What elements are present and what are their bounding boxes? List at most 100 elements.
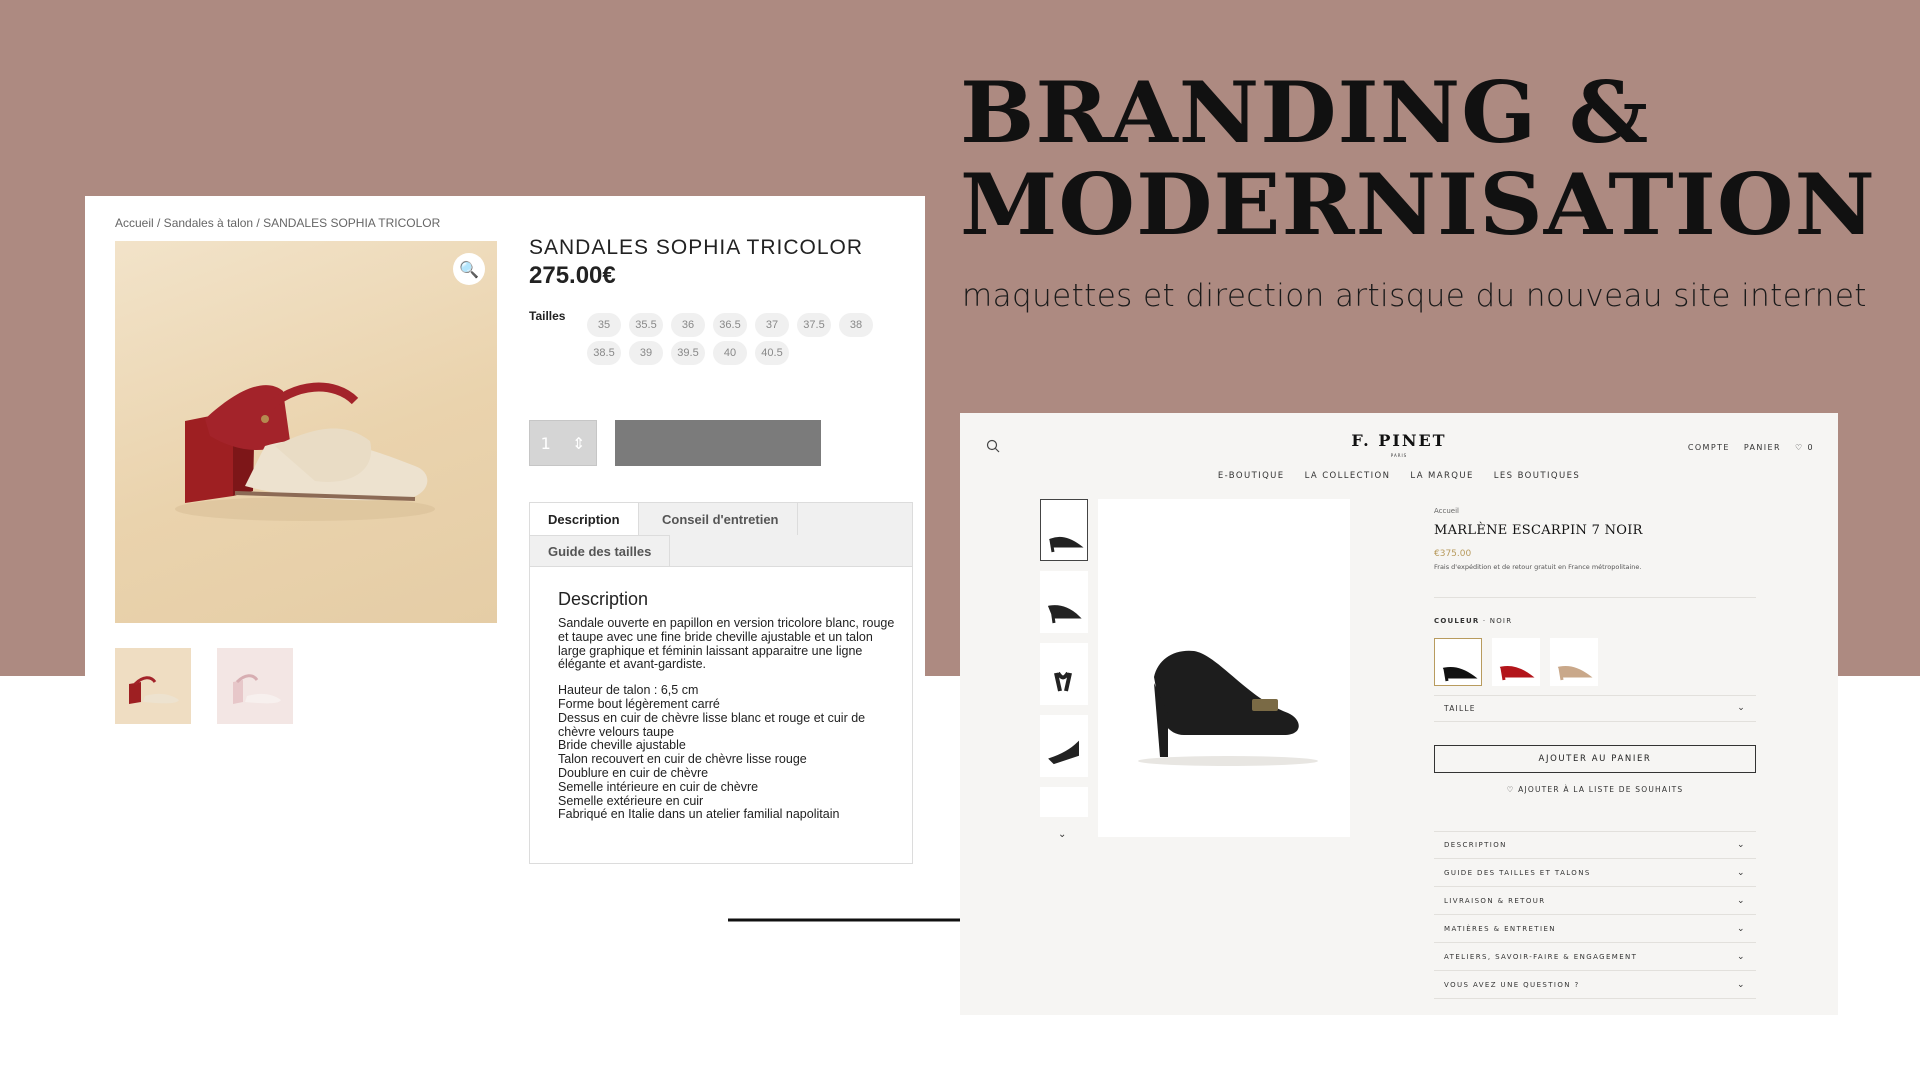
size-option[interactable]: 39.5 <box>671 341 705 365</box>
new-site-screenshot: F. PINET PARIS COMPTE PANIER ♡ 0 E-BOUTI… <box>960 413 1838 1015</box>
hero-title-line-1: BRANDING & <box>960 62 1650 162</box>
color-label-text: COULEUR <box>1434 617 1480 625</box>
product-thumbnail-2[interactable] <box>217 648 293 724</box>
breadcrumb[interactable]: Accueil / Sandales à talon / SANDALES SO… <box>115 216 440 230</box>
chevron-down-icon: ⌄ <box>1737 979 1746 990</box>
accordion-workshops[interactable]: ATELIERS, SAVOIR-FAIRE & ENGAGEMENT ⌄ <box>1434 943 1756 971</box>
description-line: Doublure en cuir de chèvre <box>558 765 709 780</box>
accordion-materials[interactable]: MATIÈRES & ENTRETIEN ⌄ <box>1434 915 1756 943</box>
accordion-label: LIVRAISON & RETOUR <box>1444 896 1546 905</box>
size-option[interactable]: 36 <box>671 313 705 337</box>
product-info-tabs: Description Conseil d'entretien Guide de… <box>529 502 913 864</box>
hero-title-line-2: MODERNISATION <box>960 154 1876 255</box>
sandal-illustration <box>175 382 435 521</box>
tabs-header: Description Conseil d'entretien Guide de… <box>530 503 912 567</box>
gallery-thumbnail[interactable] <box>1040 499 1088 561</box>
size-option[interactable]: 36.5 <box>713 313 747 337</box>
product-photo: 🔍 <box>115 241 497 623</box>
tab-description[interactable]: Description <box>530 503 639 535</box>
tab-care-advice[interactable]: Conseil d'entretien <box>644 503 798 535</box>
product-title: SANDALES SOPHIA TRICOLOR <box>529 236 864 259</box>
chevron-down-icon: ⌄ <box>1737 895 1746 906</box>
description-line: Dessus en cuir de chèvre lisse blanc et … <box>558 710 866 739</box>
accordion-size-guide[interactable]: GUIDE DES TAILLES ET TALONS ⌄ <box>1434 859 1756 887</box>
accordion-label: GUIDE DES TAILLES ET TALONS <box>1444 868 1591 877</box>
accordion-delivery[interactable]: LIVRAISON & RETOUR ⌄ <box>1434 887 1756 915</box>
main-nav: E-BOUTIQUE LA COLLECTION LA MARQUE LES B… <box>960 471 1838 481</box>
gallery-thumbnail[interactable] <box>1040 715 1088 777</box>
pump-icon <box>1049 536 1084 553</box>
size-option[interactable]: 37 <box>755 313 789 337</box>
size-option[interactable]: 38.5 <box>587 341 621 365</box>
divider <box>1434 721 1756 722</box>
accordion-description[interactable]: DESCRIPTION ⌄ <box>1434 831 1756 859</box>
description-line: Bride cheville ajustable <box>558 738 686 753</box>
old-site-screenshot: Accueil / Sandales à talon / SANDALES SO… <box>85 196 925 880</box>
cart-link[interactable]: PANIER <box>1744 443 1781 452</box>
color-swatch-beige[interactable] <box>1550 638 1598 686</box>
hero-title: BRANDING & MODERNISATION <box>960 66 1900 250</box>
size-option[interactable]: 35.5 <box>629 313 663 337</box>
accordion-label: ATELIERS, SAVOIR-FAIRE & ENGAGEMENT <box>1444 952 1638 961</box>
description-line: Semelle intérieure en cuir de chèvre <box>558 779 759 794</box>
black-pump-illustration <box>1138 650 1318 766</box>
gallery-thumbnail[interactable] <box>1040 787 1088 817</box>
zoom-button[interactable]: 🔍 <box>453 253 485 285</box>
accordion-label: VOUS AVEZ UNE QUESTION ? <box>1444 980 1580 989</box>
description-line: Talon recouvert en cuir de chèvre lisse … <box>558 752 807 767</box>
size-dropdown[interactable]: TAILLE ⌄ <box>1434 698 1756 718</box>
product-thumbnail-1[interactable] <box>115 648 191 724</box>
pump-pair-icon <box>1054 671 1072 692</box>
description-line: Fabriqué en Italie dans un atelier famil… <box>558 807 840 822</box>
accordion-question[interactable]: VOUS AVEZ UNE QUESTION ? ⌄ <box>1434 971 1756 999</box>
description-heading: Description <box>558 589 649 609</box>
size-option[interactable]: 39 <box>629 341 663 365</box>
stepper-arrows-icon[interactable]: ⇕ <box>572 434 585 453</box>
description-line: Semelle extérieure en cuir <box>558 793 704 808</box>
red-pump-icon <box>1499 666 1535 681</box>
pump-icon <box>1047 605 1082 624</box>
description-line: Hauteur de talon : 6,5 cm <box>558 683 699 698</box>
quantity-stepper[interactable]: 1 ⇕ <box>529 420 597 466</box>
product-price: 275.00€ <box>529 262 616 289</box>
divider <box>1434 597 1756 598</box>
size-selector: 35 35.5 36 36.5 37 37.5 38 38.5 39 39.5 … <box>587 313 877 365</box>
shipping-note: Frais d'expédition et de retour gratuit … <box>1434 563 1642 571</box>
size-option[interactable]: 35 <box>587 313 621 337</box>
header-links: COMPTE PANIER ♡ 0 <box>1688 443 1814 452</box>
breadcrumb[interactable]: Accueil <box>1434 507 1459 515</box>
chevron-down-icon[interactable]: ⌄ <box>1058 829 1066 840</box>
description-paragraph: Sandale ouverte en papillon en version t… <box>558 616 895 672</box>
color-swatch-black[interactable] <box>1434 638 1482 686</box>
pump-icon <box>1048 740 1079 765</box>
sizes-label: Tailles <box>529 309 566 323</box>
add-to-cart-button[interactable] <box>615 420 821 466</box>
nav-item-brand[interactable]: LA MARQUE <box>1410 471 1473 481</box>
wishlist-count-link[interactable]: ♡ 0 <box>1795 443 1814 452</box>
size-option[interactable]: 40.5 <box>755 341 789 365</box>
gallery-thumbnail[interactable] <box>1040 571 1088 633</box>
product-main-image <box>1098 499 1350 837</box>
color-value: NOIR <box>1489 617 1513 625</box>
account-link[interactable]: COMPTE <box>1688 443 1730 452</box>
add-to-cart-button[interactable]: AJOUTER AU PANIER <box>1434 745 1756 773</box>
size-option[interactable]: 37.5 <box>797 313 831 337</box>
divider <box>1434 695 1756 696</box>
quantity-value: 1 <box>540 433 551 453</box>
black-pump-icon <box>1442 667 1478 682</box>
nav-item-collection[interactable]: LA COLLECTION <box>1305 471 1391 481</box>
beige-pump-icon <box>1557 666 1593 681</box>
color-swatch-red[interactable] <box>1492 638 1540 686</box>
size-option[interactable]: 40 <box>713 341 747 365</box>
size-option[interactable]: 38 <box>839 313 873 337</box>
accordion-label: MATIÈRES & ENTRETIEN <box>1444 924 1556 933</box>
accordion-label: DESCRIPTION <box>1444 841 1507 849</box>
description-line: Forme bout légèrement carré <box>558 696 720 711</box>
gallery-thumbnail[interactable] <box>1040 643 1088 705</box>
sandal-thumbnail-icon <box>129 676 179 704</box>
hero-subtitle: maquettes et direction artisque du nouve… <box>962 278 1867 314</box>
nav-item-stores[interactable]: LES BOUTIQUES <box>1494 471 1580 481</box>
tab-size-guide[interactable]: Guide des tailles <box>530 535 671 567</box>
add-to-wishlist-link[interactable]: ♡ AJOUTER À LA LISTE DE SOUHAITS <box>1434 785 1756 794</box>
nav-item-e-boutique[interactable]: E-BOUTIQUE <box>1218 471 1285 481</box>
